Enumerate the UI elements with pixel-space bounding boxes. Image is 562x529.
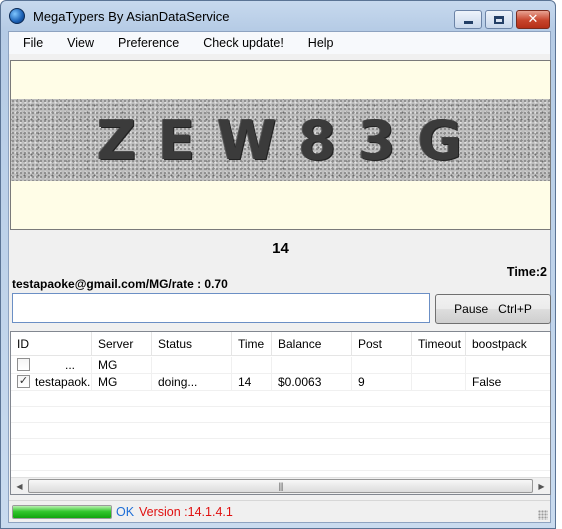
status-ok-text: OK <box>116 505 135 519</box>
cell-time: 14 <box>232 374 272 391</box>
window-title: MegaTypers By AsianDataService <box>33 9 230 24</box>
close-icon: ✕ <box>527 12 539 27</box>
captcha-counter: 14 <box>272 240 289 257</box>
accounts-table[interactable]: ID Server Status Time Balance Post Timeo… <box>10 331 551 495</box>
resize-grip-icon[interactable] <box>538 510 548 520</box>
empty-row <box>11 391 550 407</box>
time-label: Time:2 <box>506 265 547 279</box>
row-checkbox-checked[interactable]: ✓ <box>17 375 30 389</box>
table-header: ID Server Status Time Balance Post Timeo… <box>11 332 550 356</box>
cell-balance <box>272 357 352 374</box>
cell-id: ✓ testapaok... <box>11 374 92 391</box>
scroll-thumb[interactable]: ||| <box>28 479 533 493</box>
title-bar[interactable]: MegaTypers By AsianDataService ✕ <box>1 1 555 31</box>
column-header-server[interactable]: Server <box>92 332 152 356</box>
column-header-time[interactable]: Time <box>232 332 272 356</box>
cell-status <box>152 357 232 374</box>
empty-row <box>11 423 550 439</box>
menu-view[interactable]: View <box>53 32 104 54</box>
menu-preference[interactable]: Preference <box>104 32 189 54</box>
status-bar: OK Version :14.1.4.1 <box>9 500 550 522</box>
column-header-id[interactable]: ID <box>11 332 92 356</box>
cell-post <box>352 357 412 374</box>
menu-bar: File View Preference Check update! Help <box>9 32 550 54</box>
empty-row <box>11 407 550 423</box>
table-body: ... MG ✓ testapaok... MG doing... 14 $0.… <box>11 357 550 471</box>
globe-icon <box>9 8 25 24</box>
cell-time <box>232 357 272 374</box>
client-area: File View Preference Check update! Help … <box>8 31 551 523</box>
column-header-post[interactable]: Post <box>352 332 412 356</box>
pause-button-label: Pause Ctrl+P <box>454 302 532 316</box>
maximize-button[interactable] <box>485 10 513 29</box>
cell-id: ... <box>11 357 92 374</box>
cell-timeout <box>412 357 466 374</box>
scroll-right-icon[interactable]: ▶ <box>533 478 550 494</box>
minimize-icon <box>463 21 473 24</box>
cell-id-text: ... <box>65 358 76 372</box>
horizontal-scrollbar[interactable]: ◀ ||| ▶ <box>11 477 550 494</box>
table-row[interactable]: ✓ testapaok... MG doing... 14 $0.0063 9 F… <box>11 374 550 391</box>
empty-row <box>11 439 550 455</box>
progress-fill <box>13 506 111 518</box>
app-window: MegaTypers By AsianDataService ✕ File Vi… <box>0 0 556 529</box>
column-header-balance[interactable]: Balance <box>272 332 352 356</box>
close-button[interactable]: ✕ <box>516 10 550 29</box>
minimize-button[interactable] <box>454 10 482 29</box>
cell-server: MG <box>92 374 152 391</box>
row-checkbox[interactable] <box>17 358 30 372</box>
menu-check-update[interactable]: Check update! <box>189 32 294 54</box>
table-row[interactable]: ... MG <box>11 357 550 374</box>
captcha-text: ZEW83G <box>96 108 485 172</box>
menu-file[interactable]: File <box>9 32 53 54</box>
cell-timeout <box>412 374 466 391</box>
scroll-left-icon[interactable]: ◀ <box>11 478 28 494</box>
pause-button[interactable]: Pause Ctrl+P <box>435 294 551 324</box>
column-header-boostpack[interactable]: boostpack <box>466 332 550 356</box>
cell-id-text: testapaok... <box>35 375 92 389</box>
cell-post: 9 <box>352 374 412 391</box>
user-rate-label: testapaoke@gmail.com/MG/rate : 0.70 <box>12 277 228 291</box>
cell-server: MG <box>92 357 152 374</box>
progress-bar <box>12 505 112 519</box>
maximize-icon <box>494 15 504 24</box>
column-header-status[interactable]: Status <box>152 332 232 356</box>
captcha-image: ZEW83G <box>11 99 550 181</box>
column-header-timeout[interactable]: Timeout <box>412 332 466 356</box>
empty-row <box>11 455 550 471</box>
version-text: Version :14.1.4.1 <box>139 505 233 519</box>
menu-help[interactable]: Help <box>294 32 344 54</box>
cell-boostpack: False <box>472 375 502 389</box>
cell-status: doing... <box>152 374 232 391</box>
captcha-answer-input[interactable] <box>12 293 430 323</box>
captcha-panel: ZEW83G <box>10 60 551 230</box>
cell-balance: $0.0063 <box>272 374 352 391</box>
grip-icon: ||| <box>278 481 283 491</box>
cell-boostpack <box>466 357 550 374</box>
